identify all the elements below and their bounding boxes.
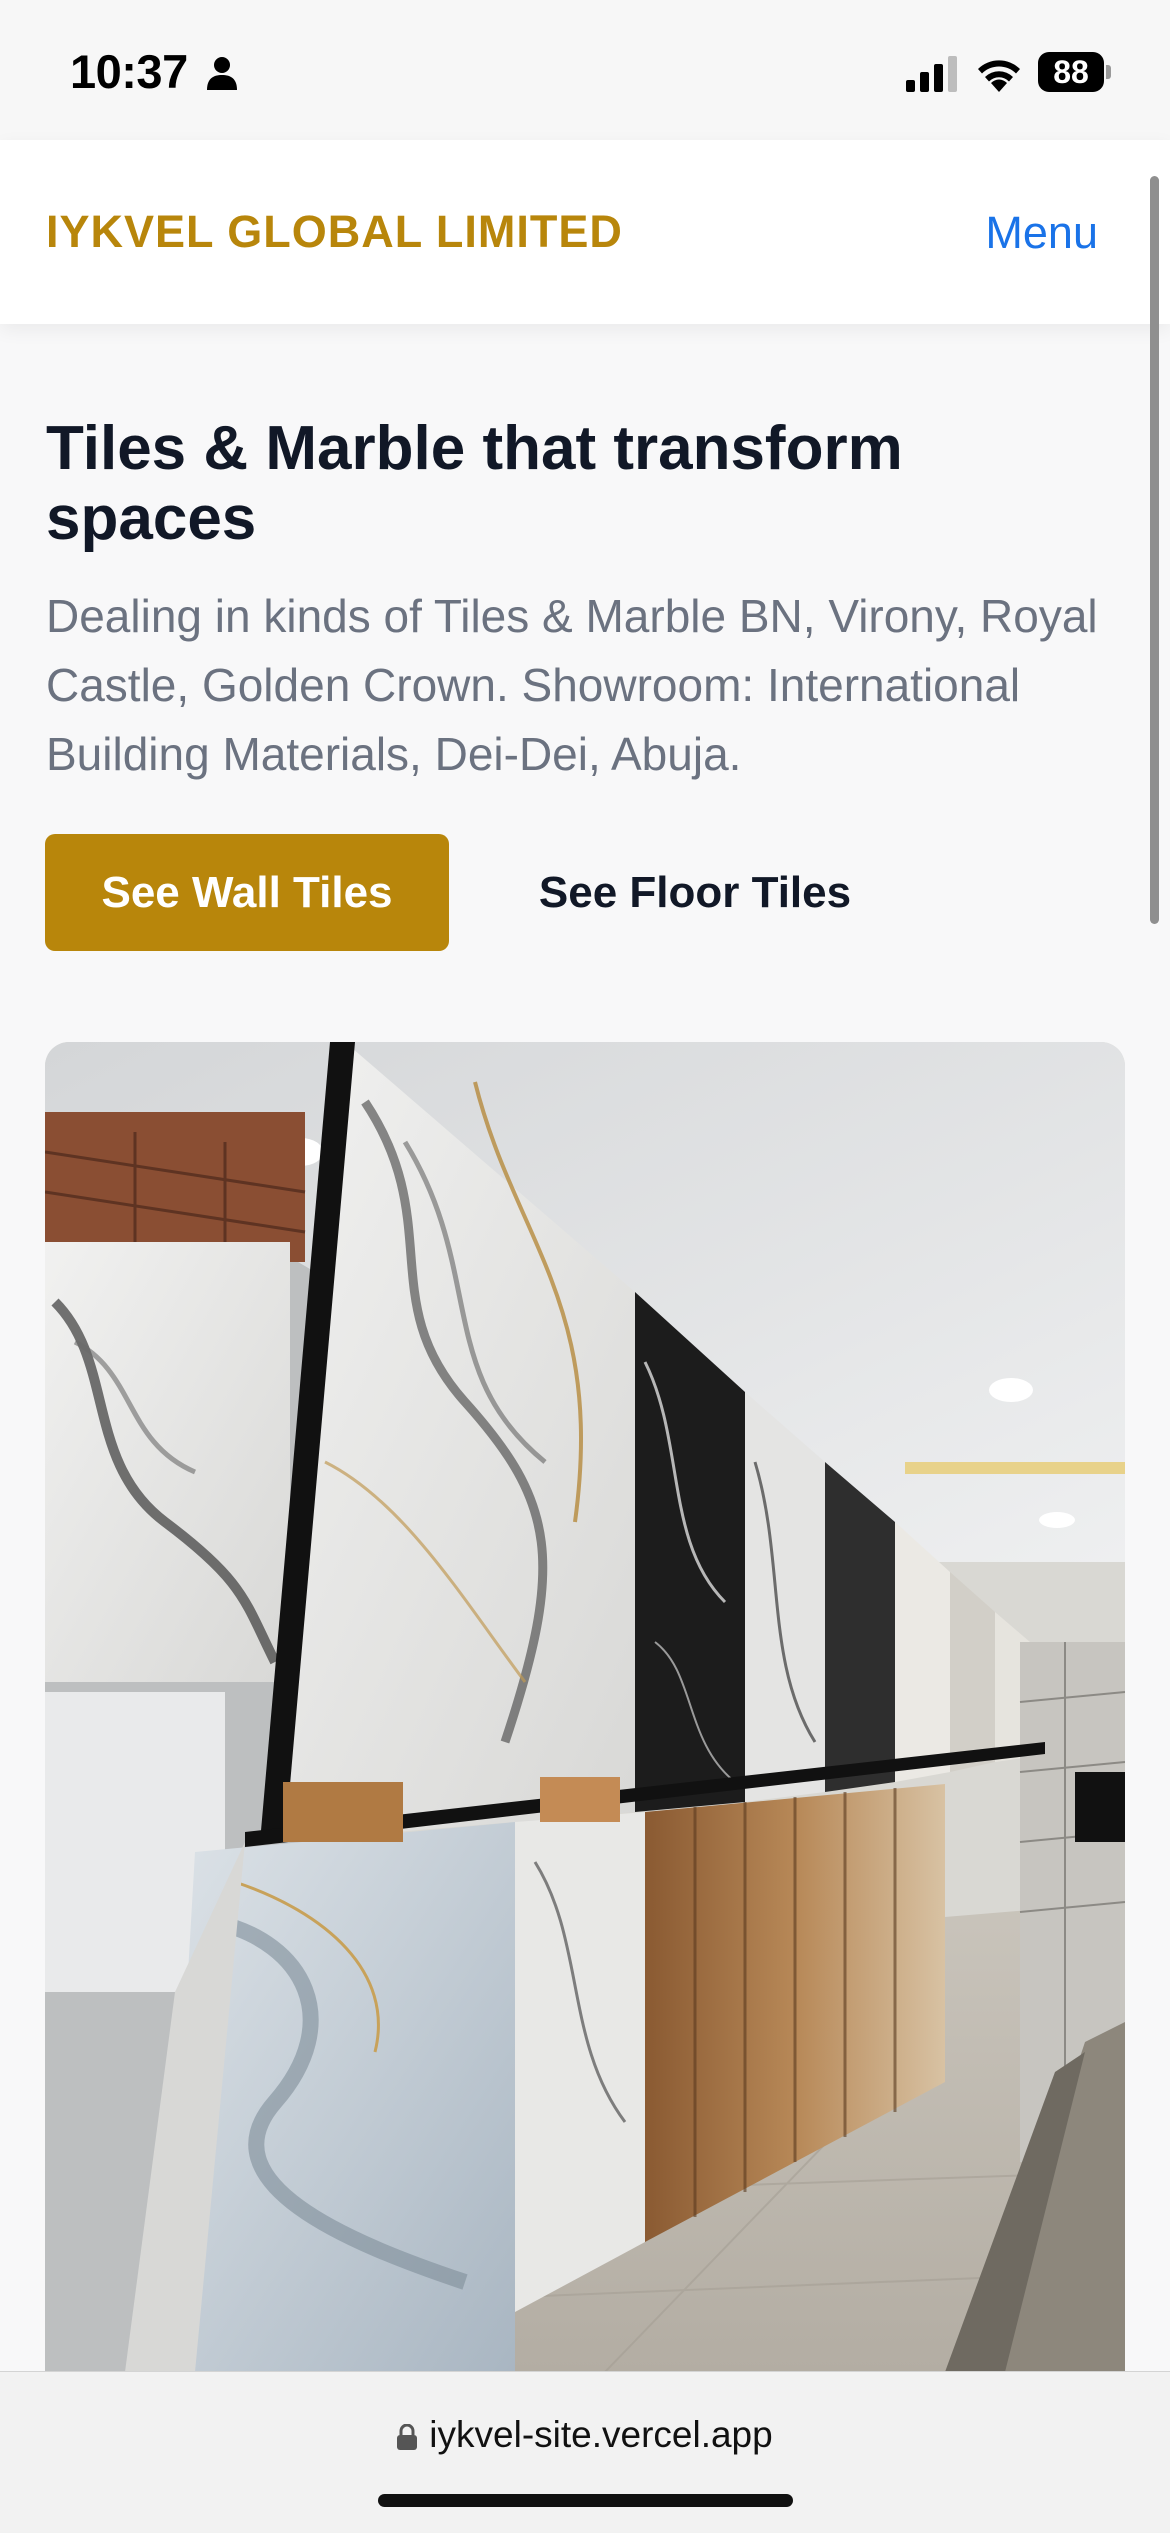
home-indicator[interactable] <box>378 2494 793 2507</box>
scroll-indicator[interactable] <box>1150 176 1159 924</box>
browser-address-bar[interactable]: iykvel-site.vercel.app <box>0 2371 1170 2533</box>
url-text[interactable]: iykvel-site.vercel.app <box>429 2414 772 2455</box>
site-header: IYKVEL GLOBAL LIMITED Menu <box>0 140 1170 324</box>
see-wall-tiles-button[interactable]: See Wall Tiles <box>45 834 449 951</box>
menu-button[interactable]: Menu <box>985 207 1098 259</box>
battery-cap <box>1106 65 1111 79</box>
hero-description: Dealing in kinds of Tiles & Marble BN, V… <box>46 590 1098 780</box>
battery-level: 88 <box>1038 52 1104 92</box>
showroom-photo <box>45 1042 1125 2372</box>
wifi-icon <box>978 60 1020 92</box>
see-floor-tiles-button[interactable]: See Floor Tiles <box>480 834 910 951</box>
status-bar: 10:37 88 <box>0 0 1170 140</box>
status-time: 10:37 <box>70 45 188 98</box>
cellular-signal-icon <box>906 56 957 92</box>
brand-logo-text[interactable]: IYKVEL GLOBAL LIMITED <box>46 206 623 258</box>
showroom-photo-illustration <box>45 1042 1125 2372</box>
lock-icon <box>397 2424 418 2450</box>
battery-icon: 88 <box>1038 52 1111 92</box>
person-icon <box>207 57 237 90</box>
hero-title: Tiles & Marble that transform spaces <box>46 414 903 553</box>
url-display[interactable]: iykvel-site.vercel.app <box>0 2414 1170 2456</box>
